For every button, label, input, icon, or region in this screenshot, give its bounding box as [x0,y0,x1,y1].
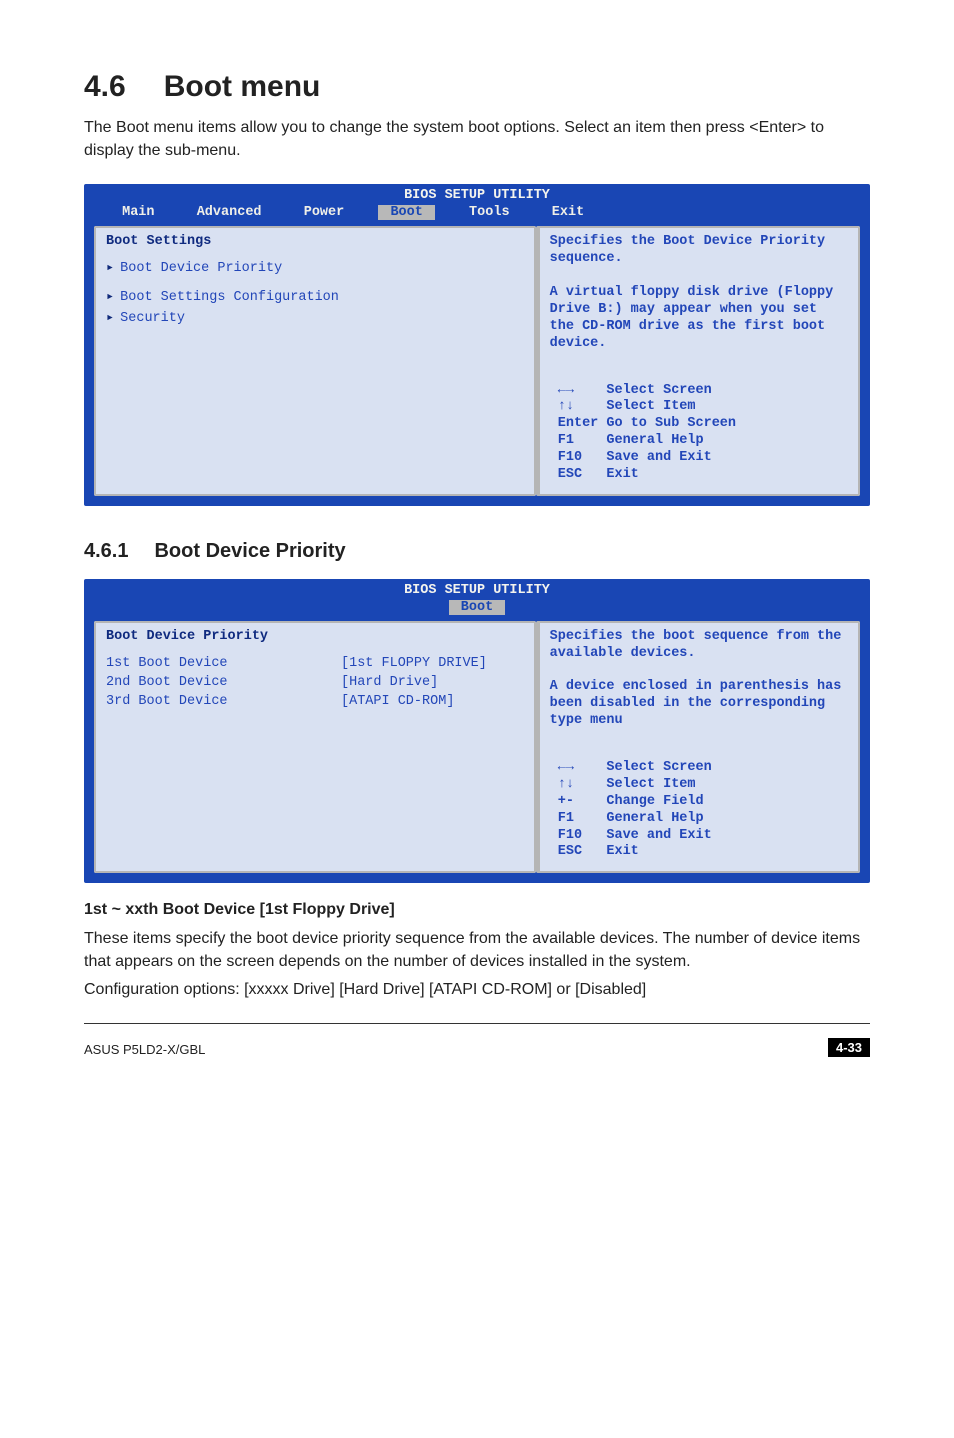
tab-boot[interactable]: Boot [449,600,506,615]
bios-screen-bootdevicepriority: BIOS SETUP UTILITY Boot Boot Device Prio… [84,579,870,884]
submenu-marker-icon: ▸ [106,311,114,326]
nav-help: ←→ Select Screen ↑↓ Select Item +- Chang… [550,760,848,861]
bios-body: Boot Device Priority 1st Boot Device [1s… [84,621,870,874]
page-footer: ASUS P5LD2-X/GBL 4-33 [84,1032,870,1057]
section-number: 4.6 [84,70,126,104]
pane-heading: Boot Device Priority [106,629,524,644]
row-value: [ATAPI CD-ROM] [341,694,454,709]
footer-left: ASUS P5LD2-X/GBL [84,1042,205,1057]
bios-body: Boot Settings ▸ Boot Device Priority ▸ Boo… [84,226,870,495]
boot-device-row[interactable]: 3rd Boot Device [ATAPI CD-ROM] [106,694,524,709]
bios-titlebar: BIOS SETUP UTILITY [84,184,870,205]
menu-item[interactable]: ▸ Security [106,309,524,326]
tab-boot[interactable]: Boot [378,205,435,220]
tab-exit[interactable]: Exit [544,205,593,220]
footer-page-number: 4-33 [828,1038,870,1057]
tab-power[interactable]: Power [296,205,353,220]
section-intro: The Boot menu items allow you to change … [84,116,870,162]
bios-left-pane: Boot Settings ▸ Boot Device Priority ▸ Boo… [94,226,536,495]
nav-help: ←→ Select Screen ↑↓ Select Item Enter Go… [550,383,848,484]
field-description: These items specify the boot device prio… [84,927,870,973]
menu-item[interactable]: ▸ Boot Settings Configuration [106,288,524,305]
field-options: Configuration options: [xxxxx Drive] [Ha… [84,978,870,1001]
row-label: 2nd Boot Device [106,675,341,690]
menu-item[interactable]: ▸ Boot Device Priority [106,259,524,276]
section-name: Boot menu [164,70,321,103]
bios-screen-bootmenu: BIOS SETUP UTILITY Main Advanced Power B… [84,184,870,505]
help-text: Specifies the Boot Device Priority seque… [550,234,848,352]
tab-tools[interactable]: Tools [461,205,518,220]
boot-device-row[interactable]: 2nd Boot Device [Hard Drive] [106,675,524,690]
tab-advanced[interactable]: Advanced [189,205,270,220]
row-value: [1st FLOPPY DRIVE] [341,656,487,671]
subsection-number: 4.6.1 [84,540,128,563]
bios-tabs: Boot [84,600,870,621]
footer-rule [84,1023,870,1024]
bios-titlebar: BIOS SETUP UTILITY [84,579,870,600]
bios-tabs: Main Advanced Power Boot Tools Exit [84,205,870,226]
field-heading: 1st ~ xxth Boot Device [1st Floppy Drive… [84,901,870,919]
submenu-marker-icon: ▸ [106,290,114,305]
bios-right-pane: Specifies the boot sequence from the ava… [536,621,860,874]
section-title: 4.6 Boot menu [84,70,870,104]
help-text: Specifies the boot sequence from the ava… [550,629,848,730]
submenu-marker-icon: ▸ [106,261,114,276]
boot-device-row[interactable]: 1st Boot Device [1st FLOPPY DRIVE] [106,656,524,671]
subsection-name: Boot Device Priority [154,540,345,562]
row-label: 3rd Boot Device [106,694,341,709]
menu-item-label: Boot Device Priority [120,261,282,276]
menu-item-label: Boot Settings Configuration [120,290,339,305]
bios-right-pane: Specifies the Boot Device Priority seque… [536,226,860,495]
tab-main[interactable]: Main [114,205,163,220]
row-value: [Hard Drive] [341,675,438,690]
subsection-title: 4.6.1 Boot Device Priority [84,540,870,563]
page: 4.6 Boot menu The Boot menu items allow y… [0,0,954,1097]
pane-heading: Boot Settings [106,234,524,249]
bios-left-pane: Boot Device Priority 1st Boot Device [1s… [94,621,536,874]
row-label: 1st Boot Device [106,656,341,671]
menu-item-label: Security [120,311,185,326]
